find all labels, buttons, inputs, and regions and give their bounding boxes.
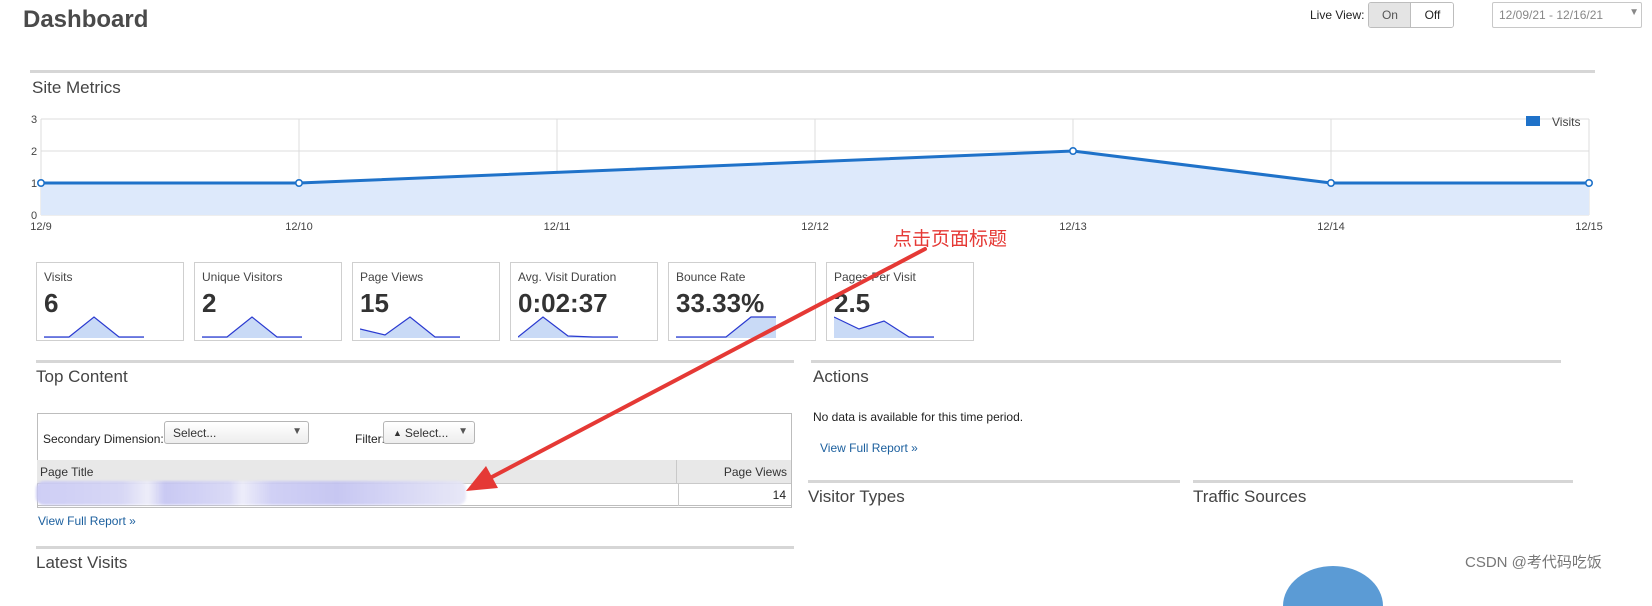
metric-label: Bounce Rate: [676, 270, 746, 284]
secondary-dimension-select[interactable]: Select... ▼: [164, 421, 309, 444]
traffic-sources-divider: [1193, 480, 1573, 483]
top-content-divider: [36, 360, 794, 363]
page-views-cell: 14: [678, 484, 791, 506]
latest-visits-title: Latest Visits: [36, 553, 128, 572]
x-tick-label: 12/9: [30, 221, 51, 233]
actions-divider: [811, 360, 1561, 363]
y-tick-label: 2: [31, 146, 37, 158]
legend-swatch: [1526, 116, 1540, 126]
metric-label: Avg. Visit Duration: [518, 270, 617, 284]
site-metrics-title: Site Metrics: [32, 78, 121, 97]
actions-empty-message: No data is available for this time perio…: [813, 410, 1024, 424]
column-header-label: Page Title: [40, 464, 94, 479]
page-views-value: 14: [772, 488, 786, 502]
visitor-types-title: Visitor Types: [808, 487, 905, 506]
sparkline-area: [202, 317, 302, 338]
metric-sparkline: [676, 316, 776, 338]
metric-label: Unique Visitors: [202, 270, 283, 284]
sparkline-area: [676, 317, 776, 338]
metric-card[interactable]: Pages Per Visit 2.5: [826, 262, 974, 341]
metric-label: Page Views: [360, 270, 424, 284]
live-view-toggle[interactable]: On Off: [1368, 2, 1455, 28]
metric-sparkline: [834, 316, 934, 338]
secondary-dimension-value: Select...: [173, 425, 217, 440]
top-content-view-full-report-link[interactable]: View Full Report »: [38, 514, 136, 528]
sparkline-area: [518, 317, 618, 338]
page-title-link[interactable]: [36, 481, 466, 505]
x-tick-label: 12/11: [544, 221, 571, 233]
column-header-page-views[interactable]: Page Views: [677, 460, 791, 484]
secondary-dimension-label: Secondary Dimension:: [43, 432, 164, 446]
filter-value: Select...: [404, 425, 449, 440]
visitor-types-divider: [808, 480, 1180, 483]
metric-sparkline: [518, 316, 618, 338]
column-header-label: Page Views: [723, 464, 787, 479]
metric-sparkline: [202, 316, 302, 338]
chart-x-axis: 12/9 12/10 12/11 12/12 12/13 12/14 12/15: [30, 221, 1602, 233]
metric-card[interactable]: Page Views 15: [352, 262, 500, 341]
x-tick-label: 12/10: [285, 221, 313, 233]
date-range-value: 12/09/21 - 12/16/21: [1499, 8, 1604, 22]
chevron-up-icon: ▲: [393, 427, 402, 438]
site-metrics-chart: 0123 12/9 12/10 12/11 12/12 12/13 12/14 12/15 …: [30, 114, 1602, 233]
data-point[interactable]: [1585, 179, 1594, 188]
live-view-off-button[interactable]: Off: [1411, 3, 1454, 27]
live-view-on-button[interactable]: On: [1369, 3, 1412, 27]
x-tick-label: 12/13: [1059, 221, 1087, 233]
traffic-sources-title: Traffic Sources: [1193, 487, 1307, 506]
traffic-sources-pie-chart: [1283, 566, 1383, 606]
chevron-down-icon: ▼: [292, 426, 302, 437]
data-point[interactable]: [37, 179, 46, 188]
y-tick-label: 3: [31, 114, 37, 126]
live-view-label: Live View:: [1310, 8, 1365, 22]
metric-sparkline: [360, 316, 460, 338]
sparkline-area: [44, 317, 144, 338]
metric-card[interactable]: Visits 6: [36, 262, 184, 341]
legend-label-visits: Visits: [1552, 115, 1580, 129]
data-point[interactable]: [1327, 179, 1336, 188]
metric-label: Pages Per Visit: [834, 270, 916, 284]
date-range-picker[interactable]: 12/09/21 - 12/16/21 ▼: [1492, 2, 1642, 28]
site-metrics-divider: [30, 70, 1595, 73]
data-point[interactable]: [1069, 146, 1078, 155]
live-view-control: Live View: On Off: [1310, 2, 1455, 28]
top-content-title: Top Content: [36, 367, 128, 386]
filter-select[interactable]: ▲ Select... ▼: [383, 421, 475, 444]
sparkline-area: [360, 317, 460, 338]
metric-label: Visits: [44, 270, 73, 284]
x-tick-label: 12/15: [1575, 221, 1603, 233]
latest-visits-divider: [36, 546, 794, 549]
chart-legend[interactable]: Visits: [1526, 115, 1580, 129]
metric-card[interactable]: Unique Visitors 2: [194, 262, 342, 341]
x-tick-label: 12/14: [1317, 221, 1345, 233]
metric-card[interactable]: Bounce Rate 33.33%: [668, 262, 816, 341]
annotation-text: 点击页面标题: [893, 229, 1008, 250]
sparkline-area: [834, 317, 934, 338]
chevron-down-icon: ▼: [458, 426, 468, 437]
page-title: Dashboard: [23, 6, 149, 33]
y-tick-label: 1: [31, 178, 37, 190]
actions-view-full-report-link[interactable]: View Full Report »: [820, 441, 918, 455]
data-point[interactable]: [294, 179, 303, 188]
chevron-down-icon[interactable]: ▼: [1629, 7, 1639, 18]
actions-title: Actions: [813, 367, 869, 386]
metric-sparkline: [44, 316, 144, 338]
filter-label: Filter:: [355, 432, 385, 446]
chart-y-axis: 0123: [31, 114, 37, 222]
x-tick-label: 12/12: [801, 221, 829, 233]
watermark: CSDN @考代码吃饭: [1465, 554, 1602, 571]
metric-card[interactable]: Avg. Visit Duration 0:02:37: [510, 262, 658, 341]
